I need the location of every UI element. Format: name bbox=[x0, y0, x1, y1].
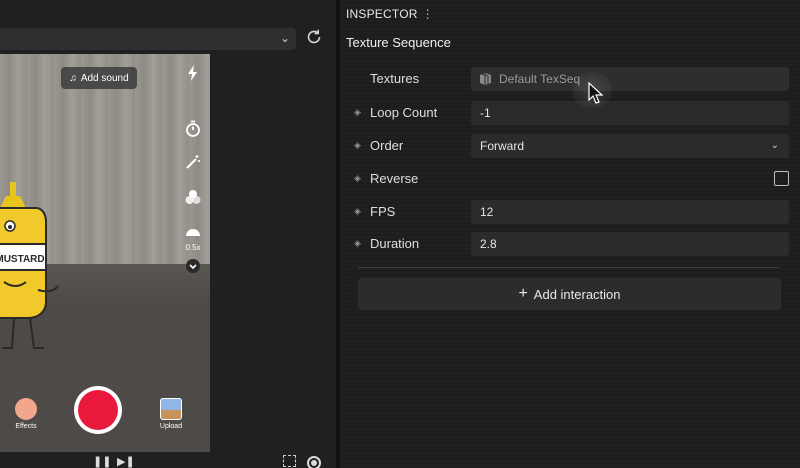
plus-icon: + bbox=[518, 285, 528, 302]
color-filter-icon[interactable] bbox=[182, 188, 204, 210]
upload-button[interactable]: Upload bbox=[154, 398, 188, 430]
pause-icon[interactable]: ❚❚ bbox=[93, 455, 111, 468]
preview-panel: ⌄ ♫ Add sound 0.5x MUSTARD Effects Uploa… bbox=[0, 0, 336, 468]
timer-icon[interactable] bbox=[182, 120, 204, 142]
duration-row: ◈ Duration 2.8 bbox=[340, 232, 800, 256]
camera-preview: ♫ Add sound 0.5x MUSTARD Effects Upload bbox=[0, 54, 210, 452]
textures-field[interactable]: Default TexSeq bbox=[471, 67, 789, 91]
music-note-icon: ♫ bbox=[69, 72, 77, 84]
preview-side-toolbar: 0.5x bbox=[182, 64, 204, 292]
loop-count-row: ◈ Loop Count -1 bbox=[340, 101, 800, 125]
record-button[interactable] bbox=[74, 386, 122, 434]
add-sound-button[interactable]: ♫ Add sound bbox=[61, 67, 137, 89]
fps-label: FPS bbox=[370, 204, 396, 219]
magic-wand-icon[interactable] bbox=[182, 154, 204, 176]
effects-button[interactable]: Effects bbox=[10, 398, 42, 430]
section-title: Texture Sequence bbox=[346, 35, 451, 50]
effects-label: Effects bbox=[15, 423, 37, 430]
fps-field[interactable]: 12 bbox=[471, 200, 789, 224]
order-row: ◈ Order Forward ⌄ bbox=[340, 134, 800, 158]
speed-label: 0.5x bbox=[185, 243, 201, 252]
refresh-icon[interactable] bbox=[305, 28, 325, 48]
reverse-row: ◈ Reverse bbox=[340, 167, 800, 191]
add-interaction-button[interactable]: + Add interaction bbox=[358, 278, 781, 310]
more-options-icon[interactable]: ⋮ bbox=[422, 7, 434, 21]
keyframe-diamond-icon[interactable]: ◈ bbox=[354, 107, 361, 118]
texture-sequence-icon bbox=[480, 73, 491, 85]
speed-icon[interactable]: 0.5x bbox=[182, 222, 204, 252]
duration-field[interactable]: 2.8 bbox=[471, 232, 789, 256]
add-interaction-label: Add interaction bbox=[533, 286, 621, 302]
crop-selection-icon[interactable] bbox=[283, 455, 296, 467]
loop-count-label: Loop Count bbox=[370, 105, 438, 120]
chevron-down-icon: ⌄ bbox=[770, 140, 779, 151]
mouse-cursor-icon bbox=[588, 82, 604, 104]
order-label: Order bbox=[370, 138, 404, 153]
record-dot bbox=[78, 390, 118, 430]
section-divider bbox=[358, 267, 780, 268]
mustard-character: MUSTARD bbox=[0, 182, 59, 349]
keyframe-diamond-icon[interactable]: ◈ bbox=[354, 238, 361, 249]
mustard-label: MUSTARD bbox=[0, 254, 45, 265]
textures-label: Textures bbox=[370, 71, 420, 86]
preview-device-select[interactable]: ⌄ bbox=[0, 28, 296, 50]
record-preview-icon[interactable] bbox=[307, 456, 321, 468]
loop-count-field[interactable]: -1 bbox=[471, 101, 789, 125]
keyframe-diamond-icon[interactable]: ◈ bbox=[354, 173, 361, 184]
order-value: Forward bbox=[480, 139, 525, 153]
add-sound-label: Add sound bbox=[80, 72, 129, 84]
inspector-title: INSPECTOR bbox=[346, 7, 418, 21]
textures-value: Default TexSeq bbox=[499, 72, 581, 86]
inspector-panel: INSPECTOR ⋮ Texture Sequence Textures Def… bbox=[340, 0, 800, 468]
duration-label: Duration bbox=[370, 236, 420, 251]
reverse-label: Reverse bbox=[370, 171, 419, 186]
keyframe-diamond-icon[interactable]: ◈ bbox=[354, 206, 361, 217]
skip-forward-icon[interactable]: ▶❚ bbox=[117, 455, 135, 468]
upload-thumbnail-icon bbox=[160, 398, 182, 420]
order-select[interactable]: Forward ⌄ bbox=[471, 134, 789, 158]
chevron-down-icon[interactable] bbox=[182, 258, 204, 280]
fps-row: ◈ FPS 12 bbox=[340, 200, 800, 224]
effects-icon bbox=[15, 398, 37, 420]
upload-label: Upload bbox=[159, 423, 183, 430]
app-root: ⌄ ♫ Add sound 0.5x MUSTARD Effects Uploa… bbox=[0, 0, 800, 468]
reverse-checkbox[interactable] bbox=[774, 171, 789, 186]
inspector-header: INSPECTOR ⋮ bbox=[346, 7, 434, 21]
flash-icon[interactable] bbox=[182, 64, 204, 86]
chevron-down-icon: ⌄ bbox=[279, 31, 290, 45]
keyframe-diamond-icon[interactable]: ◈ bbox=[354, 140, 361, 151]
textures-row: Textures Default TexSeq bbox=[340, 67, 800, 91]
